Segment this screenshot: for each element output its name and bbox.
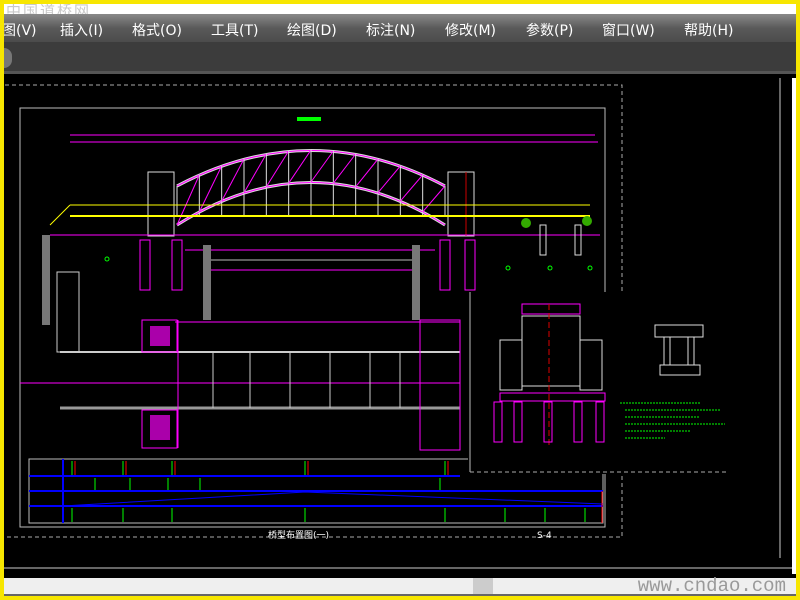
watermark-url: www.cndao.com <box>637 575 786 596</box>
arch-brace <box>288 149 312 184</box>
menu-draw[interactable]: 绘图(D) <box>287 20 337 40</box>
drawing-title: 桥型布置图(一) <box>268 529 329 541</box>
menu-insert[interactable]: 插入(I) <box>60 20 103 40</box>
toolbar <box>4 42 796 74</box>
menu-view[interactable]: 图(V) <box>4 20 37 40</box>
bottom-bar <box>4 594 796 596</box>
arch-brace <box>399 174 424 202</box>
arch-brace <box>310 150 334 183</box>
vertical-scrollbar[interactable] <box>792 78 796 574</box>
drawing-canvas[interactable]: 桥型布置图(一) S-4 <box>4 78 792 574</box>
title-bar: 中国道桥网 <box>4 4 796 20</box>
menu-modify[interactable]: 修改(M) <box>445 20 496 40</box>
section-detail <box>468 292 726 474</box>
toolbar-button[interactable] <box>4 48 12 68</box>
cad-window: 中国道桥网 图(V) 插入(I) 格式(O) 工具(T) 绘图(D) 标注(N)… <box>4 4 796 596</box>
menu-window[interactable]: 窗口(W) <box>602 20 655 40</box>
horizontal-scrollbar[interactable]: www.cndao.com <box>4 575 796 596</box>
menu-help[interactable]: 帮助(H) <box>684 20 733 40</box>
menu-format[interactable]: 格式(O) <box>132 20 182 40</box>
arch-brace <box>265 150 290 188</box>
menu-bar: 图(V) 插入(I) 格式(O) 工具(T) 绘图(D) 标注(N) 修改(M)… <box>4 14 796 42</box>
menu-parameters[interactable]: 参数(P) <box>526 20 573 40</box>
arch-brace <box>377 165 401 194</box>
sheet-number: S-4 <box>537 531 552 541</box>
arch-brace <box>332 153 357 184</box>
scrollbar-thumb[interactable] <box>473 578 493 594</box>
arch-brace <box>422 185 446 213</box>
arch-brace <box>355 158 379 188</box>
bridge-plan <box>20 271 461 451</box>
menu-tools[interactable]: 工具(T) <box>211 20 258 40</box>
cad-drawing: 桥型布置图(一) S-4 <box>4 78 792 569</box>
menu-dimension[interactable]: 标注(N) <box>366 20 415 40</box>
